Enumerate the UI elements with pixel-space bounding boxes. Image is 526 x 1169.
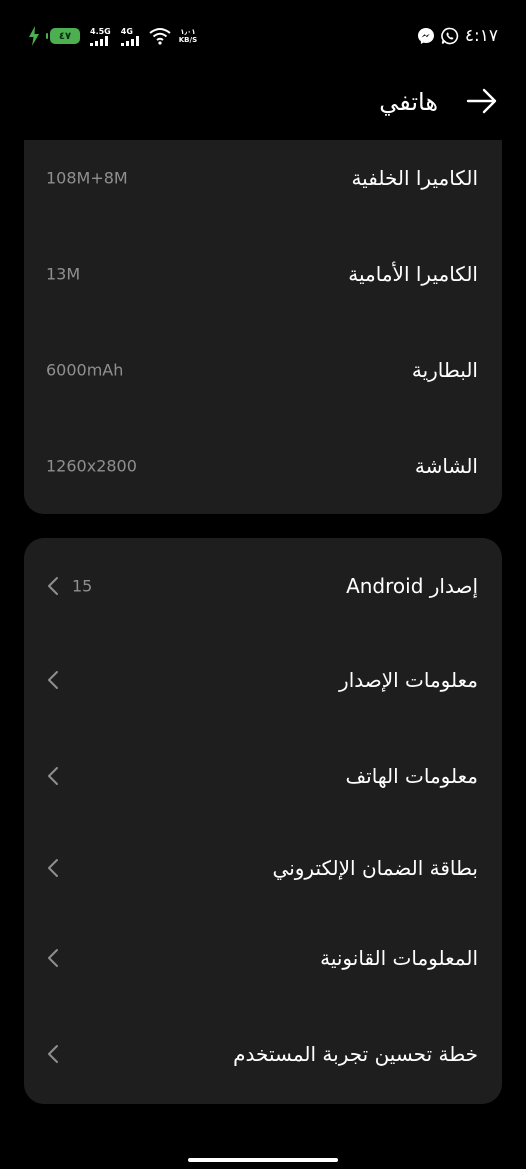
signal-bars-icon-secondary bbox=[120, 35, 139, 46]
info-row-android-version[interactable]: إصدار Android 15 bbox=[24, 554, 502, 618]
info-label: معلومات الهاتف bbox=[345, 764, 478, 788]
chevron-left-icon bbox=[48, 1045, 58, 1063]
network-type-label: 4.5G bbox=[90, 26, 111, 36]
arrow-right-icon bbox=[466, 88, 497, 114]
spec-label: الكاميرا الأمامية bbox=[348, 262, 478, 286]
status-bar-left: ٤٧ 4.5G 4G ١٫٠١ KB/S bbox=[28, 24, 197, 48]
signal-icon-secondary: 4G bbox=[120, 26, 139, 46]
whatsapp-icon bbox=[441, 27, 459, 45]
wifi-icon bbox=[149, 28, 171, 45]
android-version-value: 15 bbox=[72, 576, 93, 596]
spec-row-rear-camera: الكاميرا الخلفية 108M+8M bbox=[24, 146, 502, 210]
spec-label: البطارية bbox=[411, 358, 478, 382]
signal-bars-icon bbox=[90, 35, 108, 46]
spec-label: الشاشة bbox=[414, 454, 478, 478]
battery-nub bbox=[46, 33, 48, 39]
network-speed: ١٫٠١ KB/S bbox=[179, 28, 197, 44]
chevron-left-icon bbox=[48, 577, 58, 595]
back-button[interactable] bbox=[464, 86, 500, 116]
spec-value: 1260x2800 bbox=[46, 456, 137, 476]
chevron-left-icon bbox=[48, 767, 58, 785]
info-label: خطة تحسين تجربة المستخدم bbox=[233, 1042, 478, 1066]
network-speed-value: ١٫٠١ bbox=[180, 28, 196, 36]
spec-row-battery: البطارية 6000mAh bbox=[24, 338, 502, 402]
spec-value: 13M bbox=[46, 264, 81, 284]
network-speed-unit: KB/S bbox=[178, 36, 198, 44]
battery-icon: ٤٧ bbox=[46, 28, 80, 44]
network-type-label-secondary: 4G bbox=[120, 26, 133, 36]
spec-row-front-camera: الكاميرا الأمامية 13M bbox=[24, 242, 502, 306]
info-card: إصدار Android 15 معلومات الإصدار معلومات… bbox=[24, 538, 502, 1104]
chevron-left-icon bbox=[48, 859, 58, 877]
status-time: ٤:١٧ bbox=[464, 26, 498, 46]
info-label: معلومات الإصدار bbox=[339, 668, 478, 692]
spec-row-display: الشاشة 1260x2800 bbox=[24, 434, 502, 498]
info-row-version-info[interactable]: معلومات الإصدار bbox=[24, 648, 502, 712]
spec-value: 6000mAh bbox=[46, 360, 124, 380]
chevron-left-icon bbox=[48, 671, 58, 689]
spec-label: الكاميرا الخلفية bbox=[351, 166, 478, 190]
signal-icon: 4.5G bbox=[90, 27, 111, 46]
page-header: هاتفي bbox=[0, 72, 526, 134]
messenger-icon bbox=[417, 28, 434, 44]
charging-bolt-icon bbox=[29, 26, 39, 46]
home-indicator[interactable] bbox=[188, 1158, 338, 1162]
specs-card: الكاميرا الخلفية 108M+8M الكاميرا الأمام… bbox=[24, 140, 502, 514]
status-bar: ٤٧ 4.5G 4G ١٫٠١ KB/S ٤:١٧ bbox=[0, 0, 526, 72]
status-bar-right: ٤:١٧ bbox=[417, 24, 498, 48]
info-row-legal-info[interactable]: المعلومات القانونية bbox=[24, 926, 502, 990]
chevron-left-icon bbox=[48, 949, 58, 967]
info-row-warranty-card[interactable]: بطاقة الضمان الإلكتروني bbox=[24, 836, 502, 900]
battery-level: ٤٧ bbox=[50, 28, 80, 44]
info-label: إصدار Android bbox=[346, 574, 478, 598]
info-label: بطاقة الضمان الإلكتروني bbox=[272, 856, 478, 880]
info-row-user-experience-plan[interactable]: خطة تحسين تجربة المستخدم bbox=[24, 1022, 502, 1086]
info-label: المعلومات القانونية bbox=[320, 946, 478, 970]
spec-value: 108M+8M bbox=[46, 168, 128, 188]
info-row-phone-info[interactable]: معلومات الهاتف bbox=[24, 744, 502, 808]
page-title: هاتفي bbox=[379, 88, 438, 116]
